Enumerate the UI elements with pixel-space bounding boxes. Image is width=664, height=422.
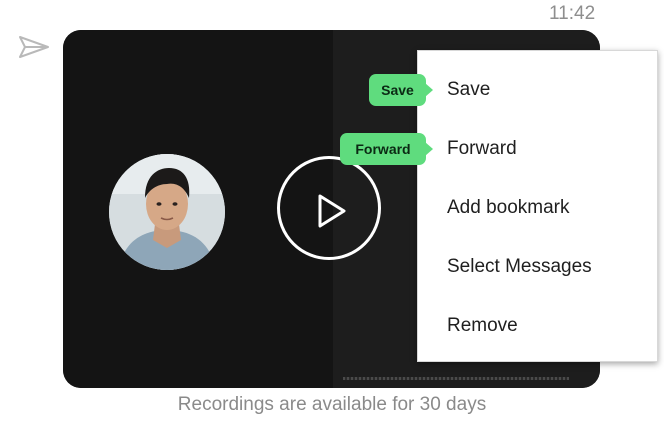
recording-retention-text: Recordings are available for 30 days: [177, 394, 487, 415]
message-timestamp: 11:42: [549, 3, 596, 24]
message-context-menu: Save Forward Add bookmark Select Message…: [417, 50, 658, 362]
video-progress-track[interactable]: [343, 377, 569, 380]
save-shortcut-tip: Save: [369, 74, 433, 106]
avatar: [109, 154, 225, 270]
sent-icon: [19, 36, 49, 58]
menu-item-select-messages[interactable]: Select Messages: [418, 239, 657, 295]
menu-item-add-bookmark[interactable]: Add bookmark: [418, 180, 657, 236]
play-icon: [318, 194, 346, 228]
avatar-photo: [109, 154, 225, 270]
play-button[interactable]: [277, 156, 381, 260]
menu-item-remove[interactable]: Remove: [418, 298, 657, 354]
recording-retention-note: Recordings are available for 30 days: [0, 394, 664, 416]
menu-item-forward[interactable]: Forward: [418, 121, 657, 177]
chat-message-area: 11:42 Save Forward Add bookmark Select M…: [0, 0, 664, 422]
menu-item-save[interactable]: Save: [418, 62, 657, 118]
forward-shortcut-tip: Forward: [340, 133, 433, 165]
